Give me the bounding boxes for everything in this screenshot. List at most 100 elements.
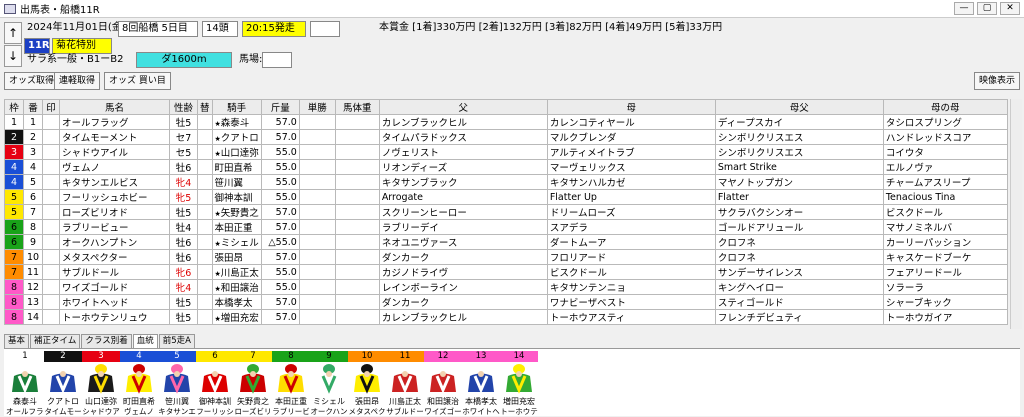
- jockey-silk-icon: [82, 362, 120, 396]
- tab-2[interactable]: クラス別着: [81, 334, 132, 348]
- damdam-cell: チャームアスリープ: [882, 174, 1008, 190]
- maximize-button[interactable]: ▢: [977, 2, 997, 15]
- jockey-silk-card[interactable]: 12 和田譲治 ワイズゴー: [424, 351, 462, 417]
- jockey-silk-card[interactable]: 4 町田直希 ヴェムノ: [120, 351, 158, 417]
- vertical-scrollbar[interactable]: [1010, 99, 1022, 329]
- jockey-silk-card[interactable]: 2 クアトロ タイムモー: [44, 351, 82, 417]
- sex-age-cell: 牡5: [169, 204, 198, 220]
- table-row[interactable]: 4 5 キタサンエルビス 牝4 笹川翼 55.0 キタサンブラック キタサンハルカゼ マヤノトッ…: [4, 174, 1008, 190]
- odds-buy-button[interactable]: オッズ 買い目: [104, 72, 171, 90]
- table-row[interactable]: 6 9 オークハンプトン 牡6 ★ミシェル △55.0 ネオユニヴァース ダートムーア クロフネ…: [4, 234, 1008, 250]
- jockey-silk-card[interactable]: 14 増田充宏 トーホウテ: [500, 351, 538, 417]
- weight-cell: 57.0: [260, 294, 300, 310]
- jockey-name: 森泰斗: [220, 118, 250, 129]
- table-row[interactable]: 8 13 ホワイトヘッド 牡5 本橋孝太 57.0 ダンカーク ワナビーザベスト スティゴールド…: [4, 294, 1008, 310]
- table-row[interactable]: 8 14 トーホウテンリュウ 牡5 ★増田充宏 57.0 カレンブラックヒル トーホウアスティ…: [4, 309, 1008, 325]
- jockey-silk-card[interactable]: 6 御神本訓 フーリッシ: [196, 351, 234, 417]
- tab-3[interactable]: 血統: [132, 334, 158, 348]
- jockey-cell: ★増田充宏: [211, 309, 262, 325]
- jockey-change-cell: [197, 114, 213, 130]
- damdam-cell: カーリーパッション: [882, 234, 1008, 250]
- silk-jockey-name: 本田正重: [275, 397, 307, 406]
- column-header[interactable]: 騎手: [211, 99, 262, 115]
- horse-number-cell: 9: [23, 234, 43, 250]
- horse-name-cell: メタスペクター: [59, 249, 170, 265]
- jockey-silk-icon: [6, 362, 44, 396]
- horse-number-cell: 8: [23, 219, 43, 235]
- column-header[interactable]: 馬体重: [334, 99, 380, 115]
- jockey-silk-icon: [310, 362, 348, 396]
- dam-cell: Flatter Up: [546, 189, 716, 205]
- jockey-change-cell: [197, 129, 213, 145]
- jockey-silk-card[interactable]: 13 本橋孝太 ホワイトヘ: [462, 351, 500, 417]
- table-row[interactable]: 1 1 オールフラッグ 牡5 ★森泰斗 57.0 カレンブラックヒル カレンコティヤール ディー…: [4, 114, 1008, 130]
- mark-cell: [42, 234, 60, 250]
- table-row[interactable]: 7 10 メタスペクター 牡6 張田昂 57.0 ダンカーク フロリアード クロフネ キャスケード…: [4, 249, 1008, 265]
- tab-4[interactable]: 前5走A: [158, 334, 195, 348]
- next-race-arrow-icon[interactable]: ↓: [4, 45, 22, 67]
- dam-cell: スアデラ: [546, 219, 716, 235]
- sire-cell: キタサンブラック: [378, 174, 548, 190]
- column-header[interactable]: 印: [42, 99, 60, 115]
- silk-number: 9: [310, 351, 348, 362]
- column-header[interactable]: 番: [23, 99, 43, 115]
- table-row[interactable]: 5 6 フーリッシュホビー 牝5 御神本訓 55.0 Arrogate Flatter Up F…: [4, 189, 1008, 205]
- table-row[interactable]: 8 12 ワイズゴールド 牝4 ★和田譲治 55.0 レインボーライン キタサンテンニョ キング…: [4, 279, 1008, 295]
- jockey-silk-card[interactable]: 5 笹川翼 キタサンエ: [158, 351, 196, 417]
- jockey-cell: ★和田譲治: [211, 279, 262, 295]
- close-button[interactable]: ✕: [1000, 2, 1020, 15]
- table-row[interactable]: 2 2 タイムモーメント セ7 ★クアトロ 57.0 タイムパラドックス マルクブレンダ シンボ…: [4, 129, 1008, 145]
- column-header[interactable]: 馬名: [59, 99, 170, 115]
- table-row[interactable]: 6 8 ラブリービュー 牡4 本田正重 57.0 ラブリーデイ スアデラ ゴールドアリュール マサ…: [4, 219, 1008, 235]
- column-header[interactable]: 単勝: [298, 99, 336, 115]
- jockey-cell: ★ミシェル: [211, 234, 262, 250]
- video-button[interactable]: 映像表示: [974, 72, 1021, 90]
- get-renban-button[interactable]: 連軽取得: [54, 72, 101, 90]
- horse-name-cell: ヴェムノ: [59, 159, 170, 175]
- weight-cell: 57.0: [260, 309, 300, 325]
- jockey-cell: ★矢野貴之: [211, 204, 262, 220]
- course-distance: ダ1600m: [136, 52, 232, 68]
- column-header[interactable]: 母父: [714, 99, 884, 115]
- jockey-silk-icon: [462, 362, 500, 396]
- jockey-silk-card[interactable]: 10 張田昂 メタスペク: [348, 351, 386, 417]
- tab-0[interactable]: 基本: [4, 334, 30, 348]
- column-header[interactable]: 斤量: [260, 99, 300, 115]
- jockey-silk-card[interactable]: 11 川島正太 サブルドー: [386, 351, 424, 417]
- minimize-button[interactable]: —: [954, 2, 974, 15]
- tab-1[interactable]: 補正タイム: [30, 334, 81, 348]
- table-row[interactable]: 7 11 サブルドール 牝6 ★川島正太 55.0 カジノドライヴ ビスクドール サンデーサイレ…: [4, 264, 1008, 280]
- post-time-extra: [310, 21, 340, 37]
- silk-number: 14: [500, 351, 538, 362]
- prev-race-arrow-icon[interactable]: ↑: [4, 22, 22, 44]
- get-odds-button[interactable]: オッズ取得: [4, 72, 60, 90]
- silk-jockey-name: 和田譲治: [427, 397, 459, 406]
- sire-cell: レインボーライン: [378, 279, 548, 295]
- weight-cell: 55.0: [260, 264, 300, 280]
- race-card-table: 枠番印馬名 性齢替騎手 斤量 単勝 馬体重父母母父 母の母 1 1 オールフラッグ 牡5 ★森泰斗…: [4, 99, 1008, 325]
- column-header[interactable]: 性齢: [169, 99, 198, 115]
- column-header[interactable]: 母の母: [882, 99, 1008, 115]
- jockey-silk-card[interactable]: 8 本田正重 ラブリービ: [272, 351, 310, 417]
- column-header[interactable]: 枠: [4, 99, 24, 115]
- body-weight-cell: [334, 309, 380, 325]
- dam-cell: カレンコティヤール: [546, 114, 716, 130]
- body-weight-cell: [334, 189, 380, 205]
- weight-cell: 57.0: [260, 204, 300, 220]
- jockey-silk-card[interactable]: 7 矢野貴之 ローズビリ: [234, 351, 272, 417]
- waku-cell: 8: [4, 279, 24, 295]
- jockey-silk-card[interactable]: 3 山口達弥 シャドウア: [82, 351, 120, 417]
- sire-cell: ダンカーク: [378, 249, 548, 265]
- jockey-silk-card[interactable]: 1森泰斗オールフラッ: [6, 351, 44, 417]
- column-header[interactable]: 替: [197, 99, 213, 115]
- window-title: 出馬表・船橋11R: [20, 5, 100, 16]
- jockey-silk-card[interactable]: 9 ミシェル オークハン: [310, 351, 348, 417]
- silk-number: 6: [196, 351, 234, 362]
- table-row[interactable]: 3 3 シャドウアイル セ5 ★山口達弥 55.0 ノヴェリスト アルティメイトラブ シンボリク…: [4, 144, 1008, 160]
- column-header[interactable]: 父: [378, 99, 548, 115]
- column-header[interactable]: 母: [546, 99, 716, 115]
- table-row[interactable]: 4 4 ヴェムノ 牡6 町田直希 55.0 リオンディーズ マーヴェリックス Smart Str…: [4, 159, 1008, 175]
- horse-number-cell: 4: [23, 159, 43, 175]
- silk-jockey-name: 矢野貴之: [237, 397, 269, 406]
- table-row[interactable]: 5 7 ローズビリオド 牡5 ★矢野貴之 57.0 スクリーンヒーロー ドリームローズ サクラバ…: [4, 204, 1008, 220]
